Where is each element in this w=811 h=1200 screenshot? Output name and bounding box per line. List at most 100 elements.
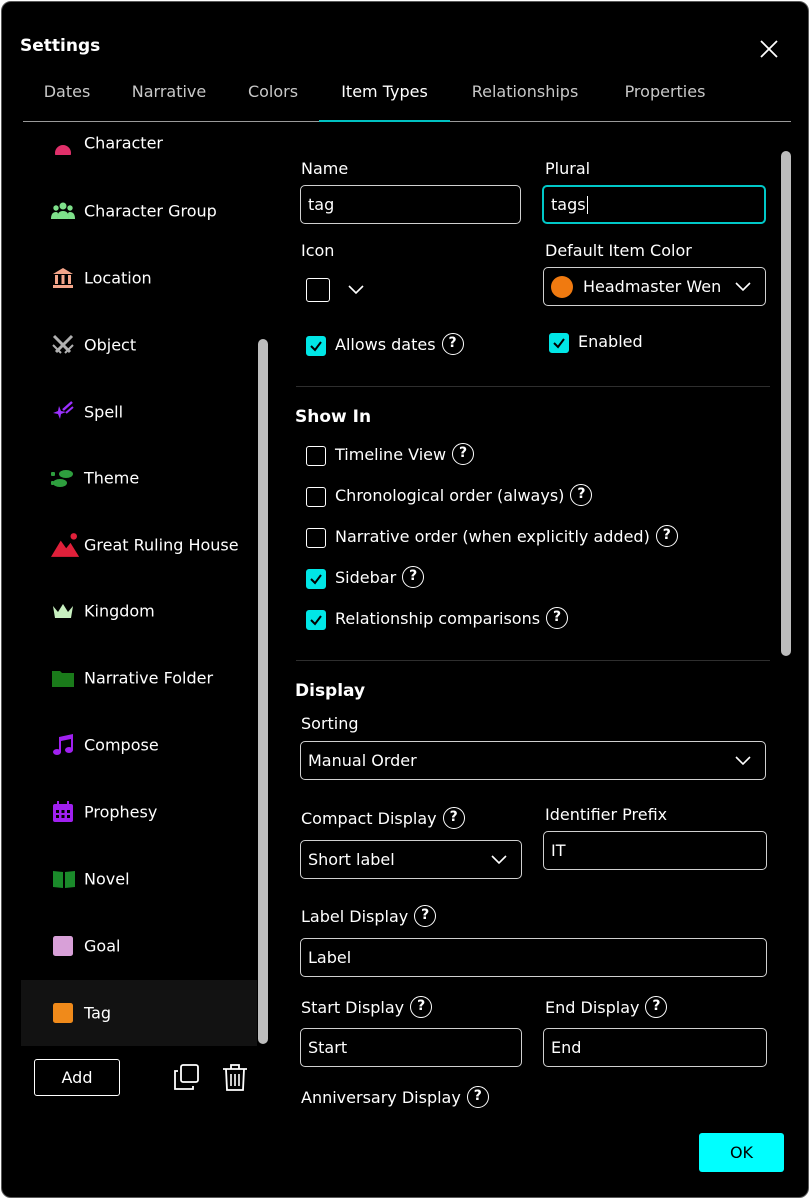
tab-dates[interactable]: Dates: [31, 72, 103, 121]
tab-properties[interactable]: Properties: [613, 72, 717, 121]
start-display-label: Start Display: [301, 997, 405, 1017]
list-item-label: Spell: [84, 402, 124, 422]
sorting-select[interactable]: Manual Order: [300, 741, 766, 780]
list-item-location[interactable]: Location: [21, 245, 257, 311]
chevron-down-icon: [735, 281, 751, 291]
list-item-label: Kingdom: [84, 601, 155, 621]
plural-input[interactable]: tags: [542, 185, 766, 224]
list-item-goal[interactable]: Goal: [21, 913, 257, 979]
anniversary-display-row: Anniversary Display?: [301, 1086, 489, 1108]
list-item-label: Narrative Folder: [84, 668, 214, 688]
timeline-view-row: Timeline View?: [335, 443, 475, 465]
enabled-label: Enabled: [578, 332, 643, 351]
icon-label: Icon: [301, 241, 335, 260]
crossed-swords-icon: [52, 334, 74, 354]
panel-scrollbar[interactable]: [781, 151, 791, 656]
icon-picker[interactable]: [306, 278, 368, 302]
end-display-input[interactable]: End: [543, 1028, 767, 1067]
footprints-icon: [51, 470, 73, 487]
allows-dates-label: Allows dates: [335, 334, 436, 354]
default-color-select[interactable]: Headmaster Wen: [543, 267, 766, 306]
chronological-order-checkbox[interactable]: [306, 487, 326, 507]
list-item-label: Prophesy: [84, 802, 158, 822]
ok-button[interactable]: OK: [699, 1133, 784, 1172]
list-item-label: Goal: [84, 936, 121, 956]
list-item-theme[interactable]: Theme: [21, 445, 257, 511]
help-icon[interactable]: ?: [410, 996, 433, 1018]
option-label: Relationship comparisons: [335, 608, 541, 628]
help-icon[interactable]: ?: [570, 484, 593, 506]
trash-icon[interactable]: [220, 1062, 250, 1092]
identifier-prefix-label: Identifier Prefix: [545, 805, 668, 824]
list-item-character[interactable]: Character: [21, 127, 257, 176]
list-item-tag[interactable]: Tag: [21, 980, 257, 1046]
list-item-label: Theme: [84, 468, 140, 488]
crown-icon: [53, 604, 73, 618]
help-icon[interactable]: ?: [645, 996, 668, 1018]
chronological-order-row: Chronological order (always)?: [335, 484, 593, 506]
list-item-object[interactable]: Object: [21, 312, 257, 378]
help-icon[interactable]: ?: [441, 333, 464, 355]
help-icon[interactable]: ?: [442, 807, 465, 829]
sidebar-checkbox[interactable]: [306, 569, 326, 589]
list-item-label: Great Ruling House: [84, 535, 239, 555]
list-item-label: Novel: [84, 869, 130, 889]
chevron-down-icon: [735, 755, 751, 765]
open-book-icon: [53, 871, 75, 888]
timeline-view-checkbox[interactable]: [306, 446, 326, 466]
group-icon: [51, 202, 75, 219]
start-display-row: Start Display?: [301, 996, 433, 1018]
allows-dates-checkbox[interactable]: [306, 336, 326, 356]
enabled-checkbox[interactable]: [549, 333, 569, 353]
default-color-label: Default Item Color: [545, 241, 692, 260]
list-item-spell[interactable]: Spell: [21, 379, 257, 445]
tab-narrative[interactable]: Narrative: [119, 72, 219, 121]
list-item-label: Tag: [84, 1003, 112, 1023]
list-item-great-ruling-house[interactable]: Great Ruling House: [21, 512, 257, 578]
list-item-narrative-folder[interactable]: Narrative Folder: [21, 645, 257, 711]
name-input[interactable]: tag: [300, 185, 521, 224]
person-icon: [55, 145, 71, 155]
start-display-input[interactable]: Start: [300, 1028, 522, 1067]
narrative-order-checkbox[interactable]: [306, 528, 326, 548]
relationship-comparisons-checkbox[interactable]: [306, 610, 326, 630]
tab-colors[interactable]: Colors: [237, 72, 309, 121]
relationship-comparisons-row: Relationship comparisons?: [335, 607, 569, 629]
display-heading: Display: [295, 681, 366, 701]
music-note-icon: [53, 734, 73, 755]
tab-bar: Dates Narrative Colors Item Types Relati…: [23, 72, 791, 122]
sidebar-row: Sidebar?: [335, 566, 425, 588]
list-item-prophesy[interactable]: Prophesy: [21, 779, 257, 845]
list-item-label: Character Group: [84, 201, 217, 221]
end-display-label: End Display: [545, 997, 640, 1017]
divider: [296, 386, 770, 387]
help-icon[interactable]: ?: [414, 905, 437, 927]
default-color-value: Headmaster Wen: [583, 277, 722, 296]
option-label: Narrative order (when explicitly added): [335, 526, 650, 546]
help-icon[interactable]: ?: [452, 443, 475, 465]
plural-value: tags: [551, 195, 586, 214]
list-item-novel[interactable]: Novel: [21, 846, 257, 912]
list-item-compose[interactable]: Compose: [21, 712, 257, 778]
help-icon[interactable]: ?: [466, 1086, 489, 1108]
building-icon: [53, 268, 73, 288]
help-icon[interactable]: ?: [655, 525, 678, 547]
square-icon: [53, 936, 73, 956]
tab-relationships[interactable]: Relationships: [463, 72, 587, 121]
duplicate-icon[interactable]: [172, 1062, 202, 1092]
close-icon[interactable]: [758, 38, 780, 60]
dialog-title: Settings: [20, 36, 101, 56]
list-item-character-group[interactable]: Character Group: [21, 178, 257, 244]
list-item-label: Location: [84, 268, 152, 288]
compact-display-select[interactable]: Short label: [300, 840, 522, 879]
add-button[interactable]: Add: [34, 1059, 120, 1096]
list-scrollbar[interactable]: [258, 339, 268, 1044]
help-icon[interactable]: ?: [402, 566, 425, 588]
tab-item-types[interactable]: Item Types: [319, 72, 450, 122]
list-item-label: Object: [84, 335, 137, 355]
list-item-kingdom[interactable]: Kingdom: [21, 578, 257, 644]
help-icon[interactable]: ?: [546, 607, 569, 629]
identifier-prefix-input[interactable]: IT: [543, 831, 767, 870]
label-display-input[interactable]: Label: [300, 938, 767, 977]
option-label: Sidebar: [335, 567, 397, 587]
